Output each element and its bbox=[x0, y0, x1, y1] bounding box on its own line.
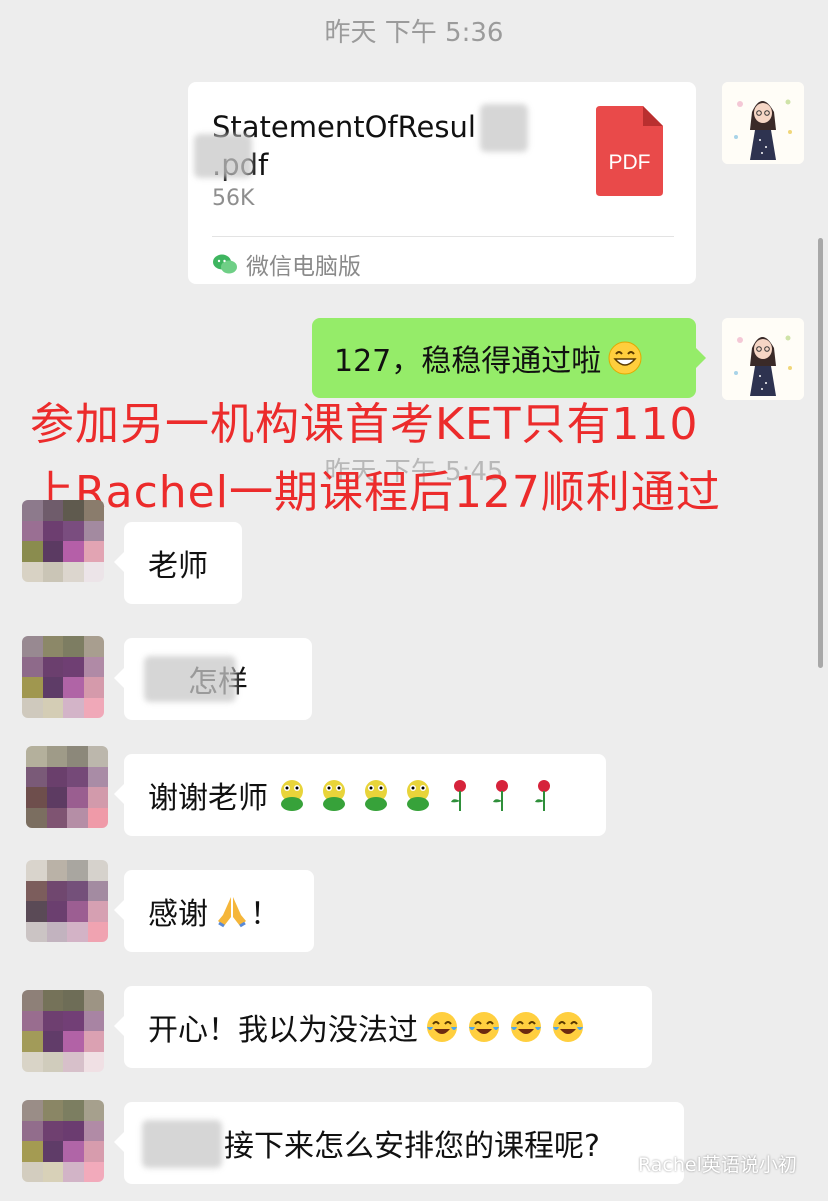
message-suffix: ！ bbox=[250, 897, 280, 932]
file-source: 微信电脑版 bbox=[212, 246, 361, 282]
file-message-card[interactable]: StatementOfResul .pdf 56K PDF 微信电脑版 bbox=[188, 82, 696, 284]
frog-emoji-icon bbox=[407, 780, 429, 811]
file-size: 56K bbox=[212, 186, 255, 211]
annotation-line-1: 参加另一机构课首考KET只有110 bbox=[30, 399, 699, 450]
laughing-crying-emoji-icon bbox=[511, 1012, 541, 1042]
contact-avatar-pixelated[interactable] bbox=[22, 990, 104, 1072]
self-message-text: 127，稳稳得通过啦 bbox=[334, 344, 602, 379]
watermark: Rachel英语说小初 bbox=[612, 1150, 797, 1177]
message-bubble[interactable]: 感谢 ！ bbox=[114, 870, 314, 952]
message-bubble[interactable]: 谢谢老师 bbox=[114, 754, 606, 836]
laughing-crying-emoji-icon bbox=[427, 1012, 457, 1042]
grin-emoji-icon bbox=[608, 341, 642, 375]
laughing-crying-emoji-icon bbox=[469, 1012, 499, 1042]
message-bubble[interactable]: 怎样 bbox=[114, 638, 312, 720]
rose-emoji-icon bbox=[493, 780, 508, 811]
redaction-blur bbox=[480, 104, 528, 152]
watermark-text: Rachel英语说小初 bbox=[638, 1154, 797, 1176]
redaction-blur bbox=[142, 1120, 222, 1168]
message-text: 谢谢老师 bbox=[148, 781, 268, 816]
praying-hands-emoji-icon bbox=[218, 897, 246, 928]
cartoon-girl-avatar-icon bbox=[722, 82, 804, 164]
message-text: 老师 bbox=[148, 549, 208, 584]
message-bubble[interactable]: 开心！我以为没法过 bbox=[114, 986, 652, 1068]
wechat-official-account-icon bbox=[612, 1154, 632, 1172]
self-message-bubble[interactable]: 127，稳稳得通过啦 bbox=[312, 318, 706, 398]
divider bbox=[212, 236, 674, 237]
file-source-label: 微信电脑版 bbox=[246, 254, 361, 280]
pdf-icon-label: PDF bbox=[609, 151, 651, 174]
message-text: 开心！我以为没法过 bbox=[148, 1013, 418, 1048]
timestamp: 昨天 下午 5:36 bbox=[324, 18, 504, 48]
message-text: 感谢 bbox=[148, 897, 208, 932]
laughing-crying-emoji-icon bbox=[553, 1012, 583, 1042]
redaction-blur bbox=[144, 656, 236, 702]
redaction-blur bbox=[194, 134, 252, 178]
message-bubble[interactable]: 老师 bbox=[114, 522, 242, 604]
wechat-icon bbox=[213, 254, 237, 274]
contact-avatar-pixelated[interactable] bbox=[22, 1100, 104, 1182]
frog-emoji-icon bbox=[365, 780, 387, 811]
rose-emoji-icon bbox=[451, 780, 466, 811]
contact-avatar-pixelated[interactable] bbox=[22, 636, 104, 718]
frog-emoji-icon bbox=[281, 780, 303, 811]
annotation-line-2: 上Rachel一期课程后127顺利通过 bbox=[30, 467, 721, 518]
frog-emoji-icon bbox=[323, 780, 345, 811]
scrollbar[interactable] bbox=[818, 238, 823, 668]
self-avatar[interactable] bbox=[722, 82, 804, 164]
self-avatar[interactable] bbox=[722, 318, 804, 400]
pdf-file-icon: PDF bbox=[596, 106, 663, 196]
contact-avatar-pixelated[interactable] bbox=[22, 500, 104, 582]
rose-emoji-icon bbox=[535, 780, 550, 811]
cartoon-girl-avatar-icon bbox=[722, 318, 804, 400]
contact-avatar-pixelated[interactable] bbox=[26, 746, 108, 828]
contact-avatar-pixelated[interactable] bbox=[26, 860, 108, 942]
message-bubble[interactable]: 接下来怎么安排您的课程呢? bbox=[114, 1102, 684, 1184]
